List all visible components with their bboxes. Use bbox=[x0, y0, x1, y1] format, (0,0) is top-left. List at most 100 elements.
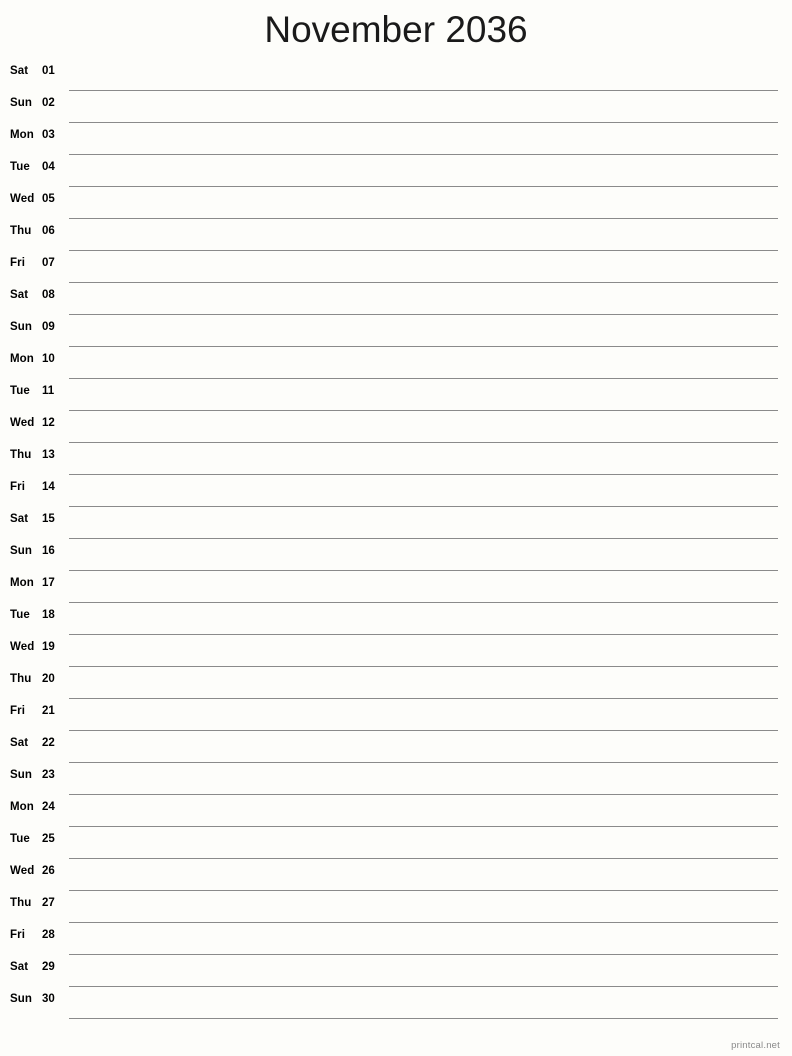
day-number-label: 02 bbox=[42, 97, 55, 109]
day-weekday-label: Sat bbox=[10, 513, 29, 525]
day-weekday-label: Sat bbox=[10, 961, 29, 973]
day-row: Fri 28 bbox=[0, 924, 792, 956]
day-weekday-label: Sun bbox=[10, 321, 33, 333]
day-number-label: 30 bbox=[42, 993, 55, 1005]
day-row: Sat 29 bbox=[0, 956, 792, 988]
day-writing-line[interactable] bbox=[69, 700, 778, 731]
day-number-label: 15 bbox=[42, 513, 55, 525]
day-number-label: 07 bbox=[42, 257, 55, 269]
day-number-label: 09 bbox=[42, 321, 55, 333]
day-weekday-label: Sun bbox=[10, 545, 33, 557]
day-writing-line[interactable] bbox=[69, 156, 778, 187]
day-writing-line[interactable] bbox=[69, 956, 778, 987]
day-writing-line[interactable] bbox=[69, 732, 778, 763]
day-weekday-label: Fri bbox=[10, 481, 25, 493]
day-writing-line[interactable] bbox=[69, 540, 778, 571]
day-weekday-label: Wed bbox=[10, 193, 35, 205]
day-row: Wed 05 bbox=[0, 188, 792, 220]
day-weekday-label: Thu bbox=[10, 225, 32, 237]
day-row: Tue 18 bbox=[0, 604, 792, 636]
day-weekday-label: Tue bbox=[10, 833, 30, 845]
day-weekday-label: Wed bbox=[10, 417, 35, 429]
day-row: Thu 13 bbox=[0, 444, 792, 476]
day-writing-line[interactable] bbox=[69, 764, 778, 795]
day-writing-line[interactable] bbox=[69, 348, 778, 379]
day-writing-line[interactable] bbox=[69, 604, 778, 635]
day-number-label: 06 bbox=[42, 225, 55, 237]
day-writing-line[interactable] bbox=[69, 92, 778, 123]
day-writing-line[interactable] bbox=[69, 476, 778, 507]
day-writing-line[interactable] bbox=[69, 988, 778, 1019]
day-writing-line[interactable] bbox=[69, 636, 778, 667]
day-writing-line[interactable] bbox=[69, 220, 778, 251]
day-weekday-label: Thu bbox=[10, 673, 32, 685]
day-writing-line[interactable] bbox=[69, 380, 778, 411]
day-number-label: 24 bbox=[42, 801, 55, 813]
day-writing-line[interactable] bbox=[69, 316, 778, 347]
day-row: Sat 15 bbox=[0, 508, 792, 540]
day-writing-line[interactable] bbox=[69, 444, 778, 475]
day-row: Tue 25 bbox=[0, 828, 792, 860]
day-writing-line[interactable] bbox=[69, 860, 778, 891]
day-number-label: 22 bbox=[42, 737, 55, 749]
day-weekday-label: Sat bbox=[10, 289, 29, 301]
day-weekday-label: Fri bbox=[10, 929, 25, 941]
day-weekday-label: Wed bbox=[10, 865, 35, 877]
day-row: Thu 27 bbox=[0, 892, 792, 924]
day-weekday-label: Sun bbox=[10, 769, 33, 781]
day-number-label: 23 bbox=[42, 769, 55, 781]
day-row: Mon 17 bbox=[0, 572, 792, 604]
day-number-label: 14 bbox=[42, 481, 55, 493]
day-number-label: 03 bbox=[42, 129, 55, 141]
day-writing-line[interactable] bbox=[69, 188, 778, 219]
day-writing-line[interactable] bbox=[69, 668, 778, 699]
day-row: Sat 01 bbox=[0, 60, 792, 92]
day-writing-line[interactable] bbox=[69, 412, 778, 443]
day-row: Fri 14 bbox=[0, 476, 792, 508]
day-weekday-label: Sat bbox=[10, 65, 29, 77]
day-row: Sun 16 bbox=[0, 540, 792, 572]
day-row: Thu 06 bbox=[0, 220, 792, 252]
day-number-label: 08 bbox=[42, 289, 55, 301]
day-writing-line[interactable] bbox=[69, 252, 778, 283]
day-row: Wed 26 bbox=[0, 860, 792, 892]
day-weekday-label: Mon bbox=[10, 353, 34, 365]
day-row: Wed 12 bbox=[0, 412, 792, 444]
day-weekday-label: Sat bbox=[10, 737, 29, 749]
day-number-label: 20 bbox=[42, 673, 55, 685]
day-row: Thu 20 bbox=[0, 668, 792, 700]
day-writing-line[interactable] bbox=[69, 892, 778, 923]
day-number-label: 28 bbox=[42, 929, 55, 941]
day-number-label: 17 bbox=[42, 577, 55, 589]
day-number-label: 25 bbox=[42, 833, 55, 845]
day-writing-line[interactable] bbox=[69, 284, 778, 315]
day-weekday-label: Fri bbox=[10, 257, 25, 269]
day-weekday-label: Sun bbox=[10, 993, 33, 1005]
day-row: Sat 22 bbox=[0, 732, 792, 764]
day-number-label: 12 bbox=[42, 417, 55, 429]
day-row: Sun 02 bbox=[0, 92, 792, 124]
day-row: Sun 23 bbox=[0, 764, 792, 796]
day-number-label: 10 bbox=[42, 353, 55, 365]
day-row: Mon 10 bbox=[0, 348, 792, 380]
day-weekday-label: Sun bbox=[10, 97, 33, 109]
day-weekday-label: Mon bbox=[10, 801, 34, 813]
footer-attribution: printcal.net bbox=[731, 1040, 780, 1051]
calendar-page: November 2036 Sat 01 Sun 02 Mon 03 Tue 04 Wed 05 T… bbox=[0, 0, 792, 1056]
day-weekday-label: Thu bbox=[10, 449, 32, 461]
day-number-label: 19 bbox=[42, 641, 55, 653]
day-row: Sat 08 bbox=[0, 284, 792, 316]
day-weekday-label: Tue bbox=[10, 609, 30, 621]
day-number-label: 18 bbox=[42, 609, 55, 621]
day-weekday-label: Fri bbox=[10, 705, 25, 717]
day-writing-line[interactable] bbox=[69, 60, 778, 91]
day-writing-line[interactable] bbox=[69, 508, 778, 539]
day-writing-line[interactable] bbox=[69, 828, 778, 859]
day-writing-line[interactable] bbox=[69, 572, 778, 603]
day-row: Tue 04 bbox=[0, 156, 792, 188]
day-row: Sun 09 bbox=[0, 316, 792, 348]
day-row: Wed 19 bbox=[0, 636, 792, 668]
day-writing-line[interactable] bbox=[69, 124, 778, 155]
day-writing-line[interactable] bbox=[69, 796, 778, 827]
day-writing-line[interactable] bbox=[69, 924, 778, 955]
